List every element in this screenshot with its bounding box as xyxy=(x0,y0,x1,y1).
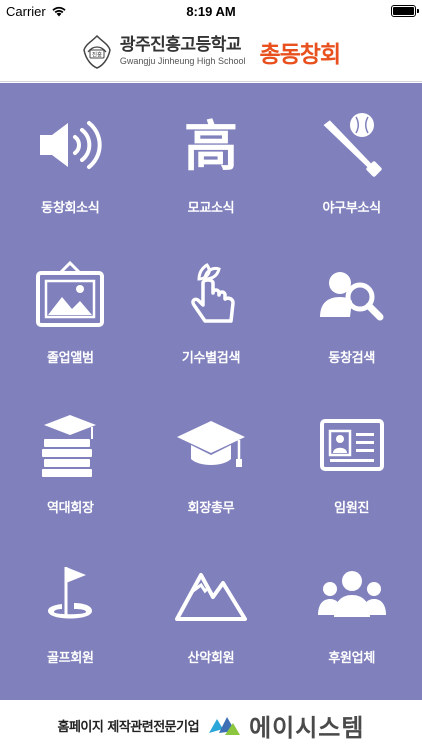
svg-text:진흥: 진흥 xyxy=(92,50,102,58)
app-header: 진흥 광주진흥고등학교 Gwangju Jinheung High School… xyxy=(0,22,422,82)
graduation-cap-icon xyxy=(173,407,249,483)
menu-item-label: 동창회소식 xyxy=(41,201,100,216)
menu-item-president-secretary[interactable]: 회장총무 xyxy=(141,407,282,557)
menu-item-school-news[interactable]: 高 모교소식 xyxy=(141,107,282,257)
school-emblem-icon: 진흥 xyxy=(83,34,111,69)
menu-item-past-presidents[interactable]: 역대회장 xyxy=(0,407,141,557)
carrier-label: Carrier xyxy=(6,3,46,19)
school-name: 광주진흥고등학교 xyxy=(119,35,242,55)
footer-banner[interactable]: 홈페이지 제작관련전문기업 에이시스템 xyxy=(0,700,422,750)
school-english-name: Gwangju Jinheung High School xyxy=(119,56,246,66)
menu-item-label: 산악회원 xyxy=(187,651,235,666)
menu-item-graduation-album[interactable]: 졸업앨범 xyxy=(0,257,141,407)
menu-item-label: 골프회원 xyxy=(47,651,94,666)
golf-flag-icon xyxy=(32,557,108,633)
battery-icon xyxy=(391,5,419,17)
status-bar: Carrier 8:19 AM xyxy=(0,0,422,22)
user-search-icon xyxy=(314,257,390,333)
id-card-icon xyxy=(314,407,390,483)
menu-item-label: 졸업앨범 xyxy=(47,351,94,366)
menu-item-label: 동창검색 xyxy=(328,351,375,366)
menu-item-label: 기수별검색 xyxy=(181,351,241,366)
menu-item-label: 역대회장 xyxy=(47,501,94,516)
menu-item-alumni-news[interactable]: 동창회소식 xyxy=(0,107,141,257)
menu-item-sponsors[interactable]: 후원업체 xyxy=(281,557,422,707)
picture-frame-icon xyxy=(32,257,108,333)
books-cap-icon xyxy=(32,407,108,483)
menu-item-label: 회장총무 xyxy=(187,501,235,516)
menu-item-label: 모교소식 xyxy=(187,201,235,216)
menu-item-alumni-search[interactable]: 동창검색 xyxy=(281,257,422,407)
speaker-icon xyxy=(32,107,108,183)
alumni-title: 총동창회 xyxy=(259,41,341,68)
menu-item-label: 임원진 xyxy=(334,501,370,516)
mountain-icon xyxy=(173,557,249,633)
menu-item-class-search[interactable]: 기수별검색 xyxy=(141,257,282,407)
menu-item-baseball-news[interactable]: 야구부소식 xyxy=(281,107,422,257)
group-icon xyxy=(314,557,390,633)
menu-item-executives[interactable]: 임원진 xyxy=(281,407,422,557)
svg-text:高: 高 xyxy=(184,114,238,178)
menu-grid-area: 동창회소식 高 모교소식 야구부소식 졸업앨범 기수별검색 동창검색 역대회장 … xyxy=(0,83,422,700)
hanja-high-icon: 高 xyxy=(173,107,249,183)
sprout-hand-icon xyxy=(173,257,249,333)
footer-tagline: 홈페이지 제작관련전문기업 xyxy=(57,719,200,735)
menu-grid: 동창회소식 高 모교소식 야구부소식 졸업앨범 기수별검색 동창검색 역대회장 … xyxy=(0,83,422,707)
menu-item-golf-members[interactable]: 골프회원 xyxy=(0,557,141,707)
company-logo-icon xyxy=(209,717,241,735)
baseball-bat-icon xyxy=(314,107,390,183)
company-name: 에이시스템 xyxy=(249,713,365,742)
menu-item-label: 야구부소식 xyxy=(322,201,382,216)
menu-item-label: 후원업체 xyxy=(328,651,375,666)
menu-item-hiking-members[interactable]: 산악회원 xyxy=(141,557,282,707)
wifi-icon xyxy=(52,6,66,17)
